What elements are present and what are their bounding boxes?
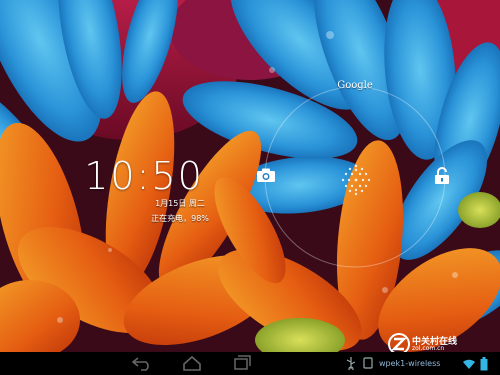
date-label: 1月15日 周二: [155, 199, 205, 208]
notification-area[interactable]: wpek1-wireless: [345, 355, 440, 371]
system-navigation-bar: wpek1-wireless: [0, 352, 500, 375]
back-icon[interactable]: [130, 354, 154, 372]
unlock-handle-icon[interactable]: [336, 160, 376, 200]
battery-icon: [480, 356, 488, 370]
charging-status: 正在充电，98%: [151, 214, 209, 223]
wifi-icon: [463, 359, 475, 369]
camera-icon[interactable]: [256, 167, 276, 183]
wifi-network-name: wpek1-wireless: [379, 358, 441, 368]
google-search-target[interactable]: Google: [330, 80, 380, 91]
home-icon[interactable]: [180, 354, 204, 372]
watermark-url: zol.com.cn: [412, 345, 445, 352]
clock-time: 10:50: [84, 154, 204, 198]
unlock-icon[interactable]: [434, 167, 450, 185]
status-tray[interactable]: [462, 356, 488, 371]
usb-icon: [346, 357, 356, 370]
notification-icon: [363, 357, 373, 369]
recent-apps-icon[interactable]: [230, 354, 254, 372]
